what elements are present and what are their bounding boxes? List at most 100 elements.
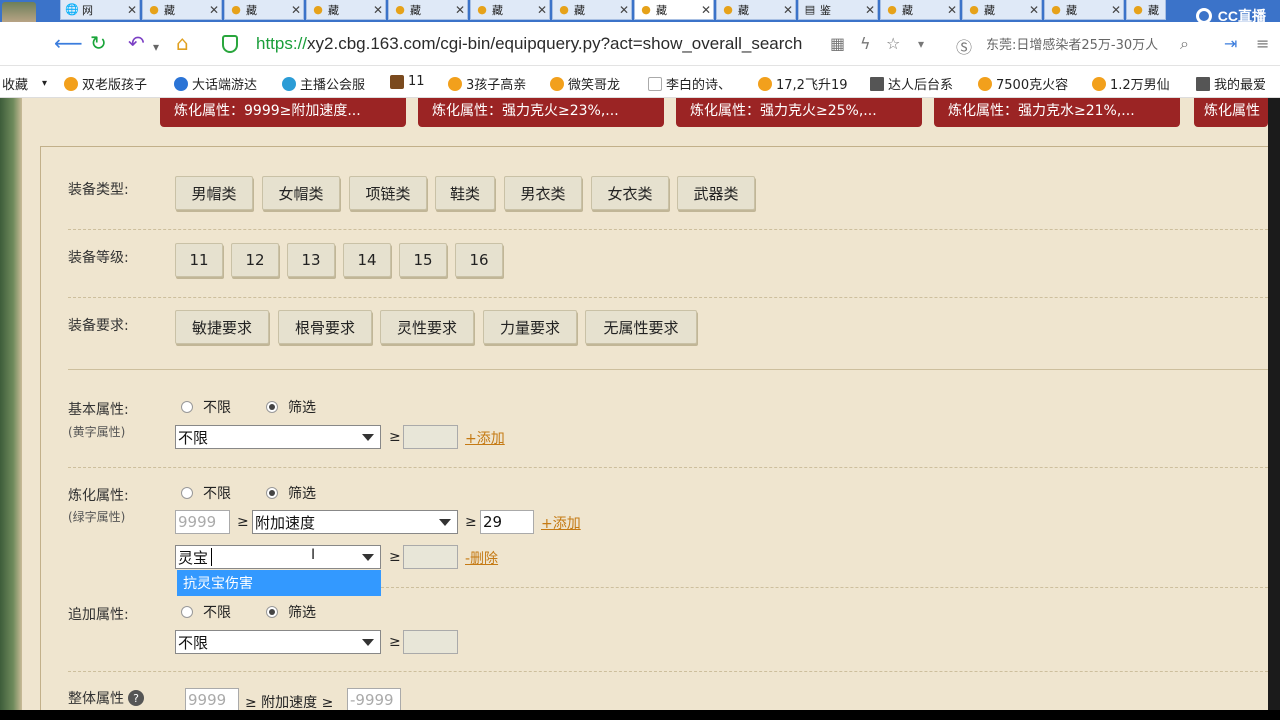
close-icon[interactable]: ✕ — [945, 3, 959, 17]
equip-level-option[interactable]: 12 — [231, 243, 279, 277]
refine-delete-link[interactable]: -删除 — [465, 548, 498, 568]
search-icon[interactable]: ⌕ — [1180, 34, 1189, 54]
bookmark-item[interactable]: 我的最爱 — [1196, 74, 1266, 93]
equip-req-option[interactable]: 无属性要求 — [585, 310, 697, 344]
browser-tab[interactable]: ● 藏 ✕ — [962, 0, 1042, 20]
browser-tab[interactable]: ● 藏 ✕ — [470, 0, 550, 20]
basic-add-link[interactable]: +添加 — [465, 428, 505, 448]
extra-radio-filter[interactable]: 筛选 — [266, 602, 316, 622]
equip-type-option[interactable]: 男帽类 — [175, 176, 253, 210]
qrcode-icon[interactable]: ▦ — [830, 34, 845, 53]
equip-level-option[interactable]: 11 — [175, 243, 223, 277]
bookmark-item[interactable]: 大话端游达 — [174, 74, 257, 93]
bookmark-item[interactable]: 3孩子高亲 — [448, 74, 526, 93]
chevron-down-icon[interactable]: ▾ — [918, 37, 924, 51]
bookmark-item[interactable]: 1.2万男仙 — [1092, 74, 1170, 93]
equip-type-option[interactable]: 项链类 — [349, 176, 427, 210]
star-icon[interactable]: ☆ — [886, 34, 900, 53]
close-icon[interactable]: ✕ — [1027, 3, 1041, 17]
bookmark-item[interactable]: 17,2飞升19 — [758, 74, 848, 93]
bookmark-item[interactable]: 11 — [390, 74, 425, 89]
close-icon[interactable]: ✕ — [535, 3, 549, 17]
browser-tab[interactable]: ▤ 鉴 ✕ — [798, 0, 878, 20]
saved-search-button[interactable]: 炼化属性：9999≥附加速度... — [160, 98, 406, 127]
close-icon[interactable]: ✕ — [781, 3, 795, 17]
refresh-icon[interactable]: ↻ — [90, 32, 107, 54]
browser-tab[interactable]: ● 藏 ✕ — [224, 0, 304, 20]
login-icon[interactable]: ⇥ — [1224, 34, 1237, 53]
close-icon[interactable]: ✕ — [1109, 3, 1123, 17]
equip-level-option[interactable]: 13 — [287, 243, 335, 277]
refine-add-link[interactable]: +添加 — [541, 513, 581, 533]
equip-req-option[interactable]: 力量要求 — [483, 310, 577, 344]
equip-level-option[interactable]: 15 — [399, 243, 447, 277]
browser-tab[interactable]: ● 藏 ✕ — [388, 0, 468, 20]
refine-value-input[interactable]: 29 — [480, 510, 534, 534]
browser-tab[interactable]: ● 藏 ✕ — [716, 0, 796, 20]
refine-attr-select[interactable]: 附加速度 — [252, 510, 458, 534]
extra-attr-select[interactable]: 不限 — [175, 630, 381, 654]
equip-type-option[interactable]: 女衣类 — [591, 176, 669, 210]
close-icon[interactable]: ✕ — [617, 3, 631, 17]
equip-level-option[interactable]: 14 — [343, 243, 391, 277]
equip-type-option[interactable]: 男衣类 — [504, 176, 582, 210]
bookmark-item[interactable]: 达人后台系 — [870, 74, 953, 93]
refine-radio-filter[interactable]: 筛选 — [266, 483, 316, 503]
menu-icon[interactable]: ≡ — [1256, 34, 1269, 53]
close-icon[interactable]: ✕ — [207, 3, 221, 17]
close-icon[interactable]: ✕ — [699, 3, 713, 17]
equip-level-option[interactable]: 16 — [455, 243, 503, 277]
bookmark-item[interactable]: 李白的诗、 — [648, 74, 731, 93]
overall-max-input[interactable]: -9999 — [347, 688, 401, 710]
close-icon[interactable]: ✕ — [125, 3, 139, 17]
bookmark-item[interactable]: 微笑哥龙 — [550, 74, 620, 93]
bookmark-item[interactable]: 7500克火容 — [978, 74, 1068, 93]
bookmark-item[interactable]: 双老版孩子 — [64, 74, 147, 93]
basic-radio-filter[interactable]: 筛选 — [266, 397, 316, 417]
close-icon[interactable]: ✕ — [289, 3, 303, 17]
browser-tab[interactable]: ● 藏 ✕ — [552, 0, 632, 20]
close-icon[interactable]: ✕ — [453, 3, 467, 17]
equip-type-option[interactable]: 武器类 — [677, 176, 755, 210]
browser-tab[interactable]: ● 藏 — [1126, 0, 1166, 20]
refine-attr-select-2[interactable]: 灵宝 — [175, 545, 381, 569]
cbg-icon: ● — [559, 3, 569, 16]
equip-req-option[interactable]: 灵性要求 — [380, 310, 474, 344]
bookmark-label: 7500克火容 — [996, 78, 1069, 93]
equip-type-option[interactable]: 鞋类 — [435, 176, 495, 210]
browser-tab[interactable]: ● 藏 ✕ — [1044, 0, 1124, 20]
saved-search-button[interactable]: 炼化属性：强力克火≥23%,... — [418, 98, 664, 127]
home-icon[interactable]: ⌂ — [176, 32, 189, 54]
saved-search-button[interactable]: 炼化属性：强力克火≥25%,... — [676, 98, 922, 127]
equip-req-option[interactable]: 根骨要求 — [278, 310, 372, 344]
browser-tab[interactable]: ● 藏 ✕ — [142, 0, 222, 20]
browser-tab[interactable]: ● 藏 ✕ — [306, 0, 386, 20]
extra-value-input[interactable] — [403, 630, 458, 654]
browser-tab-active[interactable]: ● 藏 ✕ — [634, 0, 714, 20]
close-icon[interactable]: ✕ — [371, 3, 385, 17]
browser-tab[interactable]: 🌐 网 ✕ — [60, 0, 140, 20]
refine-radio-any[interactable]: 不限 — [181, 483, 231, 503]
undo-icon[interactable]: ↶ — [128, 32, 145, 54]
equip-type-option[interactable]: 女帽类 — [262, 176, 340, 210]
overall-min-input[interactable]: 9999 — [185, 688, 239, 710]
refine-value-input-2[interactable] — [403, 545, 458, 569]
dropdown-option[interactable]: 抗灵宝伤害 — [177, 570, 381, 596]
bookmark-item[interactable]: 收藏 ▾ — [2, 74, 47, 93]
browser-tab[interactable]: ● 藏 ✕ — [880, 0, 960, 20]
equip-req-option[interactable]: 敏捷要求 — [175, 310, 269, 344]
saved-search-button[interactable]: 炼化属性：强力克水≥21%,... — [934, 98, 1180, 127]
news-ticker[interactable]: 东莞:日增感染者25万-30万人 — [986, 34, 1158, 53]
saved-search-button[interactable]: 炼化属性 — [1194, 98, 1268, 127]
lightning-icon[interactable]: ϟ — [860, 34, 871, 53]
extra-radio-any[interactable]: 不限 — [181, 602, 231, 622]
help-icon[interactable]: ? — [128, 690, 144, 706]
bookmark-item[interactable]: 主播公会服 — [282, 74, 365, 93]
refine-min-input[interactable]: 9999 — [175, 510, 230, 534]
basic-value-input[interactable] — [403, 425, 458, 449]
back-icon[interactable]: ⟵ — [54, 32, 83, 54]
basic-radio-any[interactable]: 不限 — [181, 397, 231, 417]
close-icon[interactable]: ✕ — [863, 3, 877, 17]
chevron-down-icon[interactable]: ▾ — [153, 36, 159, 58]
basic-attr-select[interactable]: 不限 — [175, 425, 381, 449]
